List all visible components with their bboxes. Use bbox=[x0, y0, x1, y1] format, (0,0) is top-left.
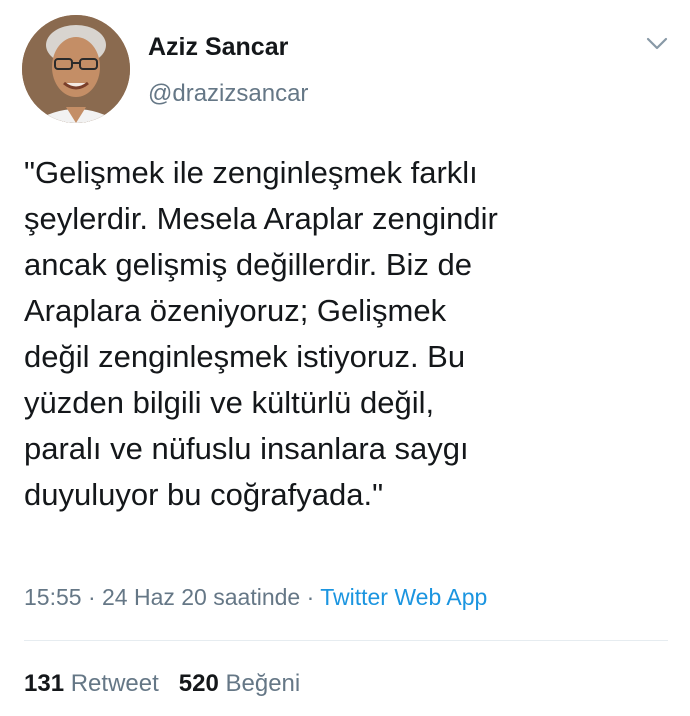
username[interactable]: @drazizsancar bbox=[148, 80, 308, 108]
display-name[interactable]: Aziz Sancar bbox=[148, 33, 288, 62]
chevron-down-icon[interactable] bbox=[646, 36, 668, 52]
like-stat[interactable]: 520 Beğeni bbox=[179, 670, 300, 697]
like-label: Beğeni bbox=[225, 670, 301, 697]
retweet-count: 131 bbox=[24, 670, 65, 697]
retweet-stat[interactable]: 131 Retweet bbox=[24, 670, 159, 697]
like-count: 520 bbox=[178, 670, 219, 697]
tweet-source-link[interactable]: Twitter Web App bbox=[320, 584, 487, 610]
tweet-timestamp[interactable]: 15:55 · 24 Haz 20 saatinde bbox=[24, 584, 300, 610]
retweet-label: Retweet bbox=[70, 670, 159, 697]
tweet-meta: 15:55 · 24 Haz 20 saatinde · Twitter Web… bbox=[24, 584, 487, 611]
tweet-card: Aziz Sancar @drazizsancar "Gelişmek ile … bbox=[0, 0, 690, 716]
divider bbox=[24, 640, 668, 641]
meta-separator: · bbox=[300, 584, 321, 610]
avatar[interactable] bbox=[22, 15, 130, 123]
tweet-stats: 131 Retweet 520 Beğeni bbox=[24, 670, 300, 698]
avatar-photo bbox=[22, 15, 130, 123]
tweet-text: "Gelişmek ile zenginleşmek farklı şeyler… bbox=[24, 155, 498, 512]
